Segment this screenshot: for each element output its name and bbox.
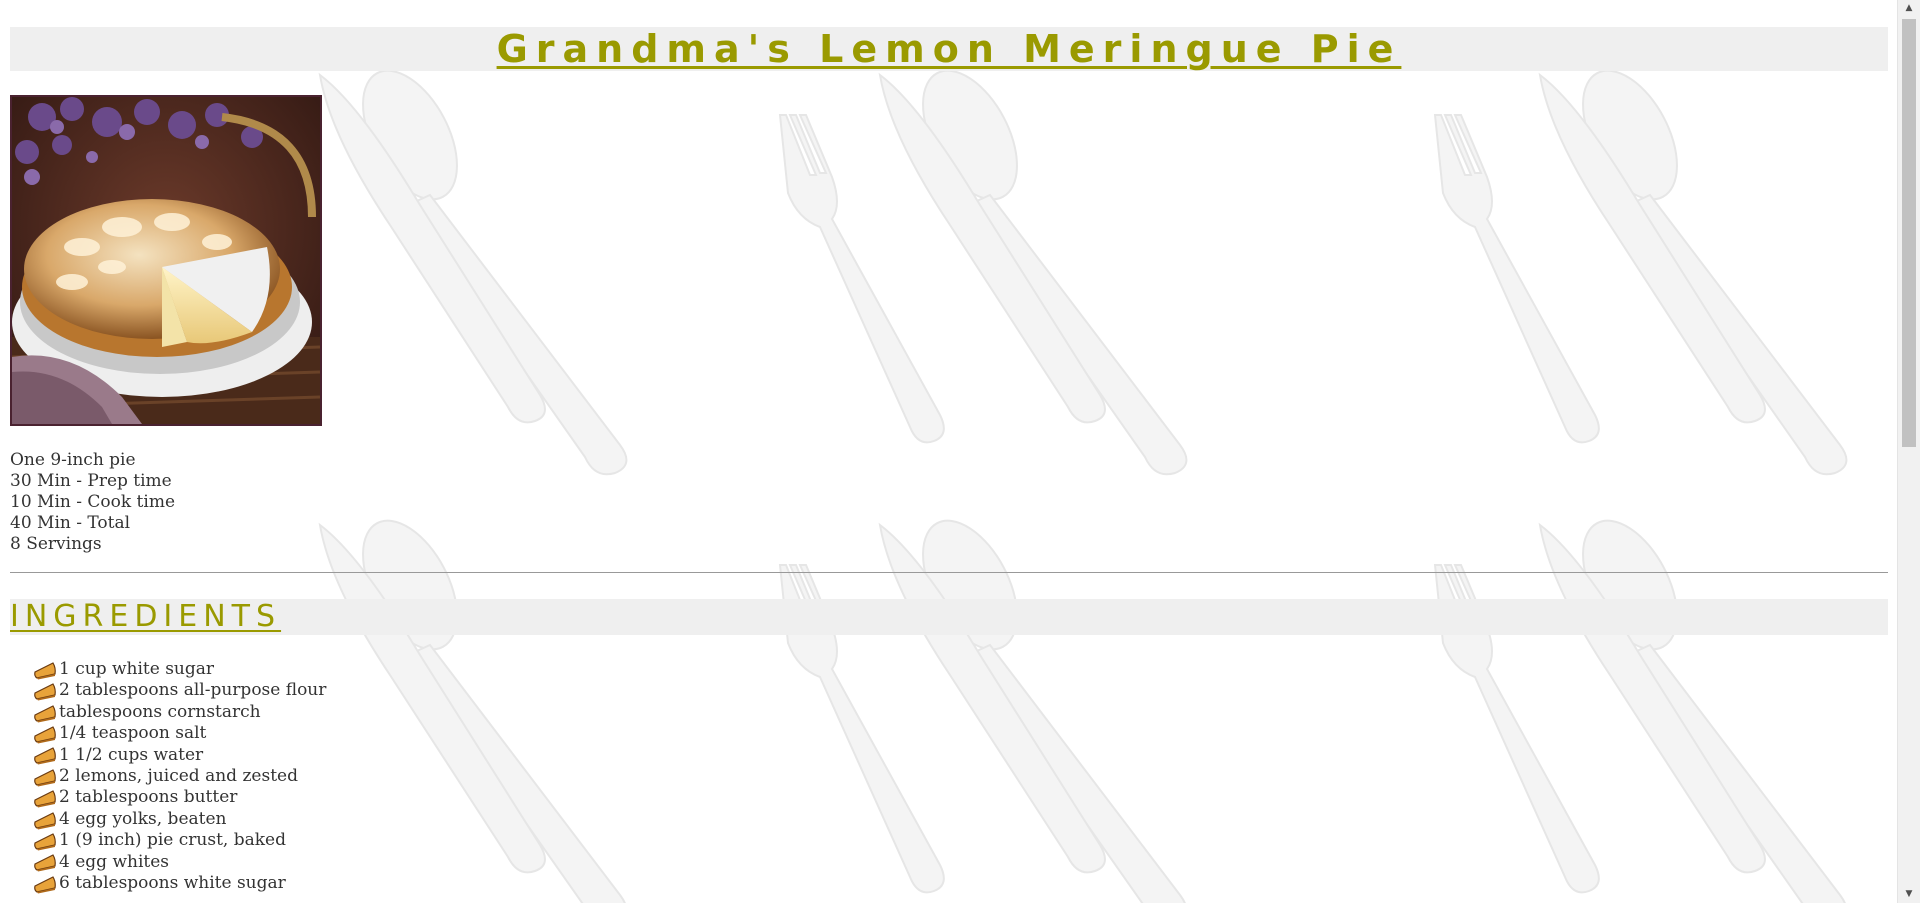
list-item: 1 1/2 cups water [33, 745, 1888, 766]
ingredient-text: 4 egg yolks, beaten [59, 808, 227, 829]
pie-slice-icon [34, 854, 56, 872]
list-item: tablespoons cornstarch [33, 702, 1888, 723]
page-title: Grandma's Lemon Meringue Pie [496, 27, 1402, 71]
lemon-meringue-pie-image [12, 97, 320, 424]
recipe-facts: One 9-inch pie 30 Min - Prep time 10 Min… [10, 450, 1888, 555]
list-item: 4 egg yolks, beaten [33, 809, 1888, 830]
vertical-scrollbar[interactable]: ▲ ▼ [1897, 0, 1920, 903]
ingredient-text: 2 lemons, juiced and zested [59, 766, 298, 787]
ingredient-text: 1/4 teaspoon salt [59, 723, 207, 744]
ingredients-heading-bar: INGREDIENTS [10, 599, 1888, 635]
recipe-page: Grandma's Lemon Meringue Pie One 9-inch … [10, 0, 1888, 894]
ingredient-text: 4 egg whites [59, 851, 170, 872]
scroll-down-arrow-icon[interactable]: ▼ [1898, 886, 1920, 903]
pie-slice-icon [34, 768, 56, 787]
pie-slice-icon [34, 875, 56, 894]
fact-prep-time: 30 Min - Prep time [10, 471, 172, 491]
list-item: 1/4 teaspoon salt [33, 723, 1888, 744]
pie-slice-icon [34, 683, 56, 701]
list-item: 6 tablespoons white sugar [33, 873, 1888, 894]
fact-cook-time: 10 Min - Cook time [10, 492, 176, 512]
fact-servings: 8 Servings [10, 534, 102, 554]
ingredient-text: 1 1/2 cups water [59, 744, 204, 765]
ingredient-text: 1 cup white sugar [59, 659, 215, 679]
list-item: 2 lemons, juiced and zested [33, 766, 1888, 787]
ingredients-heading: INGREDIENTS [10, 599, 282, 634]
pie-slice-icon [34, 833, 56, 851]
pie-slice-icon [34, 811, 56, 830]
ingredient-text: tablespoons cornstarch [59, 701, 261, 722]
section-divider [10, 572, 1888, 573]
list-item: 4 egg whites [33, 852, 1888, 873]
ingredient-text: 2 tablespoons butter [59, 787, 238, 808]
pie-slice-icon [34, 661, 56, 680]
fact-total-time: 40 Min - Total [10, 513, 131, 533]
scroll-up-arrow-icon[interactable]: ▲ [1898, 0, 1920, 17]
list-item: 1 cup white sugar [33, 659, 1888, 680]
list-item: 1 (9 inch) pie crust, baked [33, 830, 1888, 851]
ingredient-text: 6 tablespoons white sugar [59, 873, 286, 894]
pie-slice-icon [34, 704, 56, 723]
title-bar: Grandma's Lemon Meringue Pie [10, 27, 1888, 71]
list-item: 2 tablespoons all-purpose flour [33, 680, 1888, 701]
ingredients-list: 1 cup white sugar 2 tablespoons all-purp… [10, 659, 1888, 894]
pie-slice-icon [34, 747, 56, 765]
scrollbar-thumb[interactable] [1902, 19, 1916, 447]
pie-slice-icon [34, 726, 56, 744]
ingredient-text: 2 tablespoons all-purpose flour [59, 680, 327, 701]
fact-yield: One 9-inch pie [10, 450, 136, 470]
ingredient-text: 1 (9 inch) pie crust, baked [59, 830, 286, 851]
pie-slice-icon [34, 790, 56, 808]
list-item: 2 tablespoons butter [33, 787, 1888, 808]
pie-photo [10, 95, 322, 426]
